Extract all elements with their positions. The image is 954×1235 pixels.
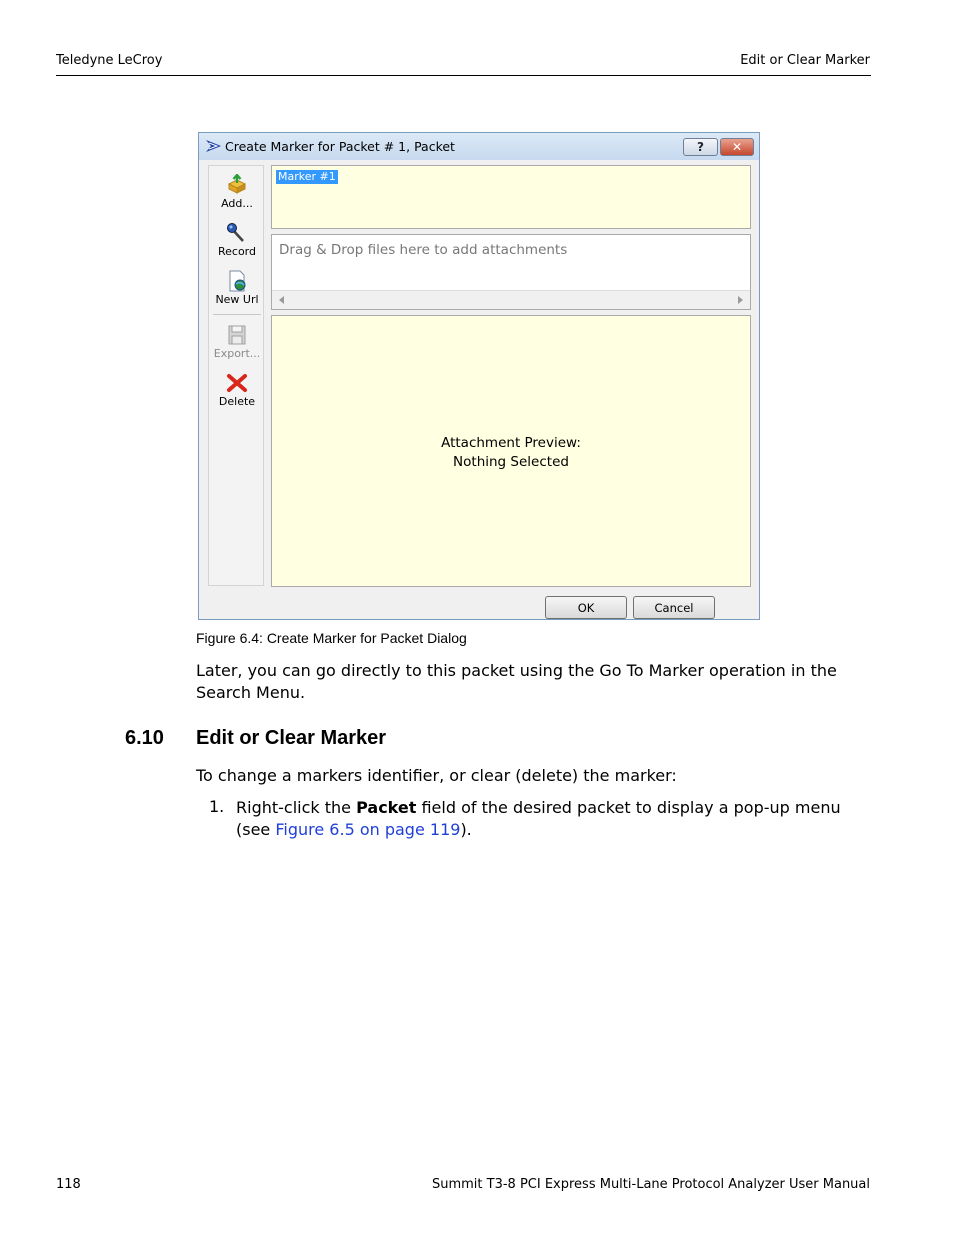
step-text-end: ). [460, 820, 472, 839]
create-marker-dialog: Create Marker for Packet # 1, Packet ? ✕… [198, 132, 760, 620]
toolbar-separator [213, 314, 261, 315]
header-rule [56, 75, 871, 76]
step-text-start: Right-click the [236, 798, 357, 817]
scroll-right-arrow-icon[interactable] [738, 296, 743, 304]
step-bold-term: Packet [356, 798, 417, 817]
footer-title: Summit T3-8 PCI Express Multi-Lane Proto… [431, 1177, 870, 1192]
record-label: Record [217, 245, 256, 258]
paragraph-go-to-marker: Later, you can go directly to this packe… [196, 661, 837, 702]
help-button[interactable]: ? [683, 138, 718, 156]
add-label: Add... [221, 197, 253, 210]
preview-status: Nothing Selected [453, 454, 569, 470]
new-url-button[interactable]: New Url [209, 270, 265, 306]
close-button[interactable]: ✕ [720, 138, 754, 156]
ok-button[interactable]: OK [545, 596, 627, 619]
marker-text-field[interactable]: Marker #1 [271, 165, 751, 229]
marker-text: Marker #1 [276, 170, 338, 184]
new-url-label: New Url [215, 293, 259, 306]
header-left: Teledyne LeCroy [56, 53, 163, 68]
export-label: Export... [213, 347, 261, 360]
app-logo-icon [206, 140, 221, 152]
add-button[interactable]: Add... [209, 174, 265, 210]
new-url-icon [229, 270, 246, 292]
record-button[interactable]: Record [209, 222, 265, 258]
delete-label: Delete [218, 395, 256, 408]
attachment-preview-pane: Attachment Preview: Nothing Selected [271, 315, 751, 587]
attachment-preview-text: Attachment Preview: Nothing Selected [272, 434, 750, 472]
dialog-titlebar: Create Marker for Packet # 1, Packet ? ✕ [199, 133, 759, 160]
attachments-hint: Drag & Drop files here to add attachment… [279, 242, 568, 258]
header-right: Edit or Clear Marker [740, 53, 870, 68]
delete-x-icon [227, 374, 247, 392]
figure-reference-link[interactable]: Figure 6.5 on page 119 [275, 820, 460, 839]
add-attachment-icon [227, 174, 247, 194]
horizontal-scrollbar[interactable] [272, 290, 750, 309]
export-button[interactable]: Export... [209, 324, 265, 360]
preview-heading: Attachment Preview: [441, 435, 581, 451]
dialog-title: Create Marker for Packet # 1, Packet [225, 139, 455, 154]
page-number: 118 [56, 1177, 81, 1192]
scroll-left-arrow-icon[interactable] [279, 296, 284, 304]
section-number: 6.10 [125, 727, 164, 749]
attachments-drop-area[interactable]: Drag & Drop files here to add attachment… [271, 234, 751, 310]
step-1: Right-click the Packet field of the desi… [236, 797, 866, 841]
microphone-icon [227, 223, 244, 242]
dialog-toolbar: Add... Record New Url Export... Delete [208, 165, 264, 586]
figure-caption: Figure 6.4: Create Marker for Packet Dia… [196, 630, 467, 646]
section-title: Edit or Clear Marker [196, 727, 387, 749]
cancel-button[interactable]: Cancel [633, 596, 715, 619]
delete-button[interactable]: Delete [209, 372, 265, 408]
step-number: 1. [209, 797, 225, 816]
paragraph-intro: To change a markers identifier, or clear… [196, 766, 677, 785]
floppy-disk-icon [228, 325, 246, 345]
